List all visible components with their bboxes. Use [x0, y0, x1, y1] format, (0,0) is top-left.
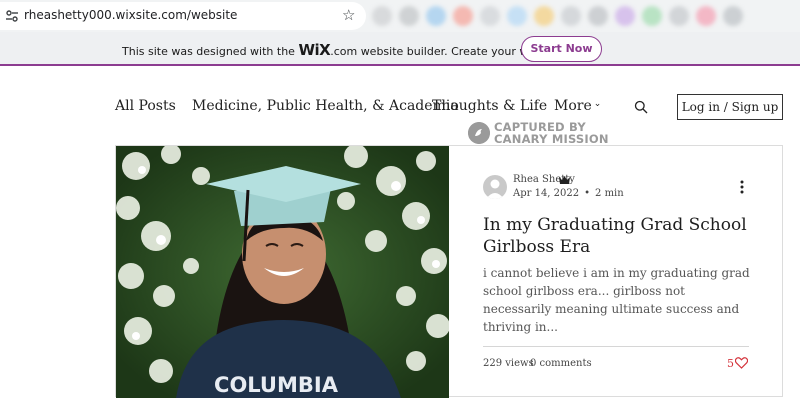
browser-toolbar: rheashetty000.wixsite.com/website ☆ — [0, 0, 800, 32]
wix-logo[interactable]: WiX — [298, 41, 330, 59]
divider — [483, 346, 749, 347]
post-card[interactable]: COLUMBIA Rhea Shetty Apr 14, 2022 • 2 min … — [115, 145, 784, 398]
post-cover-image[interactable]: COLUMBIA — [116, 146, 449, 398]
extension-icon[interactable] — [642, 6, 662, 26]
extension-icon[interactable] — [534, 6, 554, 26]
nav-all-posts[interactable]: All Posts — [115, 98, 176, 114]
extension-icon[interactable] — [453, 6, 473, 26]
extension-icon[interactable] — [507, 6, 527, 26]
star-icon[interactable]: ☆ — [342, 6, 355, 24]
extension-icon[interactable] — [480, 6, 500, 26]
tune-icon[interactable] — [5, 9, 19, 23]
extension-icon[interactable] — [588, 6, 608, 26]
search-icon[interactable] — [634, 100, 648, 114]
post-date: Apr 14, 2022 — [513, 188, 580, 199]
shirt-text: COLUMBIA — [214, 373, 339, 397]
views-count: 229 views — [483, 358, 534, 369]
login-signup-button[interactable]: Log in / Sign up — [677, 94, 783, 120]
crown-icon — [559, 176, 570, 184]
nav-more[interactable]: More ⌄ — [554, 98, 601, 114]
extension-icon[interactable] — [723, 6, 743, 26]
post-title[interactable]: In my Graduating Grad School Girlboss Er… — [483, 214, 773, 258]
comments-count[interactable]: 0 comments — [530, 358, 592, 369]
chevron-down-icon: ⌄ — [593, 99, 602, 109]
wix-promo-banner: This site was designed with the WiX.com … — [0, 32, 800, 66]
address-bar[interactable]: rheashetty000.wixsite.com/website ☆ — [0, 2, 366, 30]
canary-bird-icon — [468, 122, 490, 144]
extension-icon[interactable] — [399, 6, 419, 26]
extension-icon[interactable] — [669, 6, 689, 26]
start-now-button[interactable]: Start Now — [521, 36, 602, 62]
canary-mission-watermark: CAPTURED BY CANARY MISSION — [468, 120, 618, 146]
post-meta: Apr 14, 2022 • 2 min — [513, 188, 624, 199]
heart-icon[interactable] — [735, 357, 748, 369]
nav-thoughts-life[interactable]: Thoughts & Life — [432, 98, 547, 114]
dot-separator-icon: • — [584, 188, 591, 199]
post-body: Rhea Shetty Apr 14, 2022 • 2 min In my Gra… — [449, 146, 784, 398]
watermark-line2: CANARY MISSION — [494, 132, 609, 146]
nav-medicine-public-health[interactable]: Medicine, Public Health, & Academia — [192, 98, 459, 114]
more-options-icon[interactable] — [739, 180, 745, 194]
nav-more-label: More — [554, 98, 592, 114]
extension-icon[interactable] — [426, 6, 446, 26]
extension-icon[interactable] — [696, 6, 716, 26]
read-time: 2 min — [595, 188, 624, 199]
extension-icon[interactable] — [561, 6, 581, 26]
post-excerpt[interactable]: i cannot believe i am in my graduating g… — [483, 264, 753, 336]
url-text[interactable]: rheashetty000.wixsite.com/website — [24, 8, 237, 22]
likes-count: 5 — [727, 357, 734, 370]
wix-text-before: This site was designed with the — [122, 45, 299, 58]
blog-nav: All Posts Medicine, Public Health, & Aca… — [0, 92, 800, 122]
extensions-toolbar — [372, 6, 743, 26]
extension-icon[interactable] — [615, 6, 635, 26]
extension-icon[interactable] — [372, 6, 392, 26]
avatar[interactable] — [483, 175, 507, 199]
